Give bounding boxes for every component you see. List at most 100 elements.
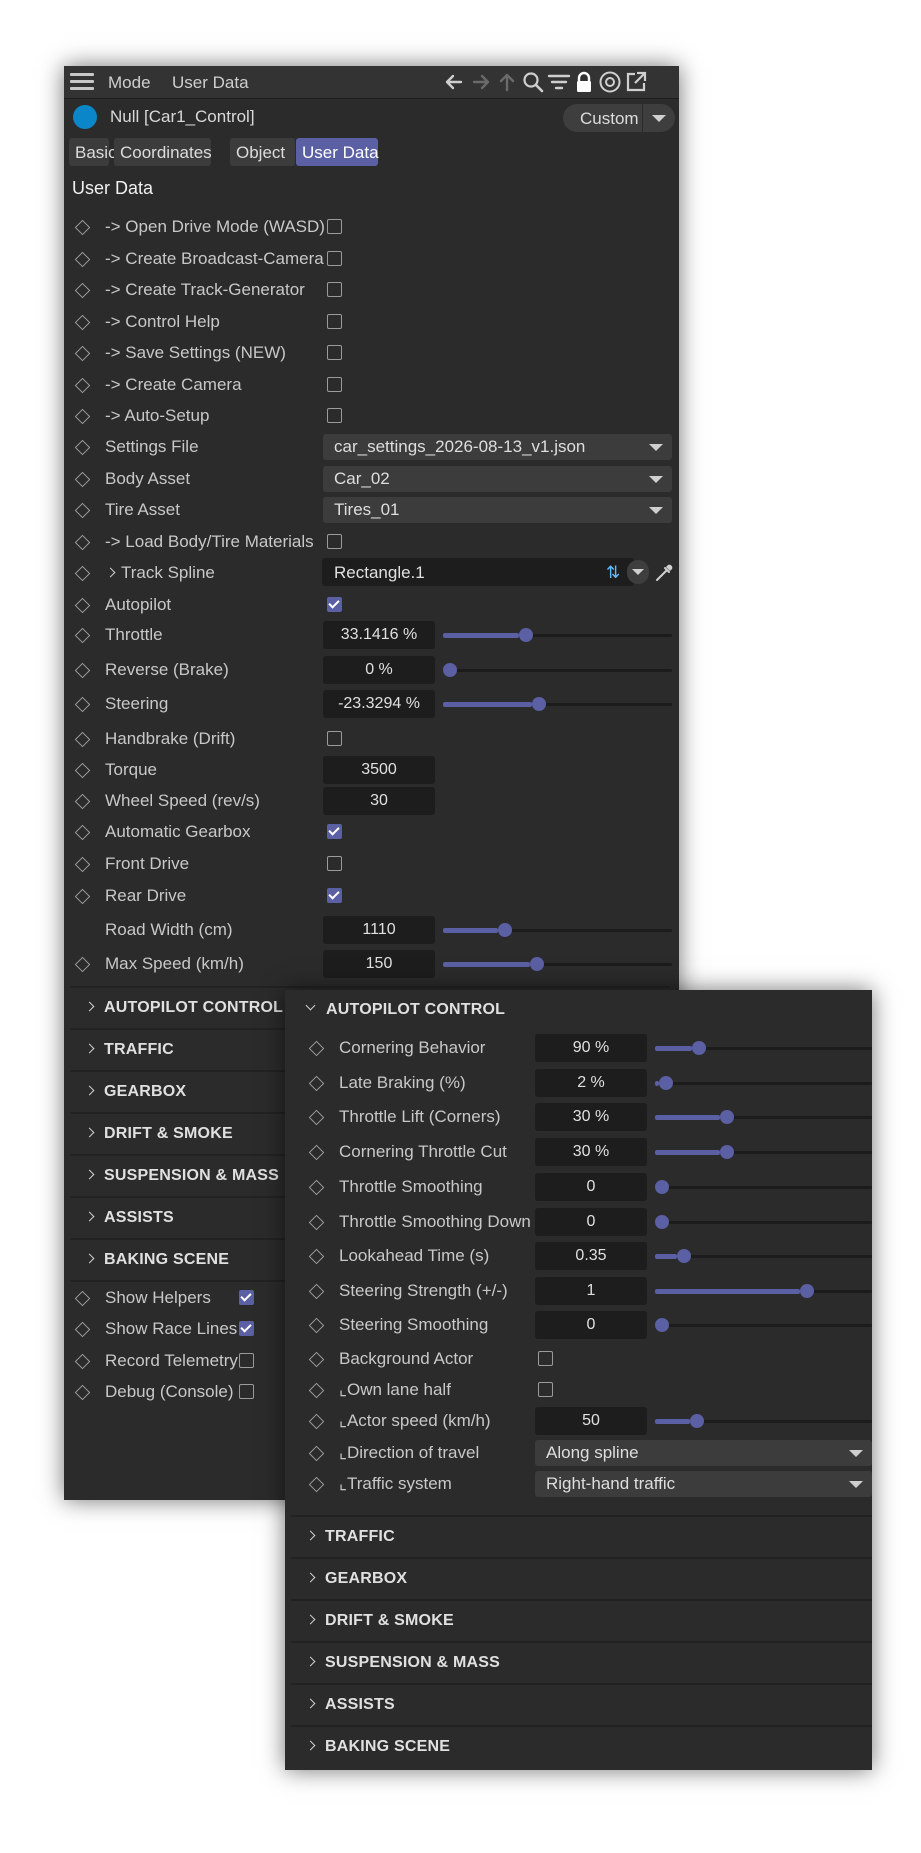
create-camera-checkbox[interactable]	[327, 377, 342, 392]
arrow-right-icon[interactable]	[468, 69, 494, 95]
keyframe-diamond-icon[interactable]	[308, 1351, 325, 1368]
keyframe-diamond-icon[interactable]	[74, 856, 91, 873]
search-icon[interactable]	[520, 69, 546, 95]
steering-strength-input[interactable]: 1	[535, 1277, 647, 1305]
tire-asset-dropdown[interactable]: Tires_01	[323, 497, 672, 523]
keyframe-diamond-icon[interactable]	[74, 251, 91, 268]
late-braking-slider[interactable]	[655, 1076, 872, 1090]
track-spline-link-field[interactable]: Rectangle.1 ⇅	[322, 558, 634, 586]
group-baking-scene[interactable]: BAKING SCENE	[291, 1725, 872, 1767]
actor-speed-slider[interactable]	[655, 1414, 872, 1428]
menu-user-data[interactable]: User Data	[172, 73, 249, 93]
control-help-checkbox[interactable]	[327, 314, 342, 329]
keyframe-diamond-icon[interactable]	[308, 1109, 325, 1126]
arrow-up-icon[interactable]	[494, 69, 520, 95]
cornering-throttle-cut-slider[interactable]	[655, 1145, 872, 1159]
throttle-smoothing-down-slider[interactable]	[655, 1215, 872, 1229]
autopilot-checkbox[interactable]	[327, 597, 342, 612]
keyframe-diamond-icon[interactable]	[308, 1382, 325, 1399]
throttle-lift-slider[interactable]	[655, 1110, 872, 1124]
arrow-left-icon[interactable]	[441, 69, 467, 95]
lock-icon[interactable]	[571, 69, 597, 95]
keyframe-diamond-icon[interactable]	[308, 1214, 325, 1231]
eyedropper-icon[interactable]	[653, 560, 677, 584]
keyframe-diamond-icon[interactable]	[74, 956, 91, 973]
torque-input[interactable]: 3500	[323, 756, 435, 784]
settings-file-dropdown[interactable]: car_settings_2026-08-13_v1.json	[323, 434, 672, 460]
background-actor-checkbox[interactable]	[538, 1351, 553, 1366]
keyframe-diamond-icon[interactable]	[74, 696, 91, 713]
steering-slider[interactable]	[443, 697, 672, 711]
menu-mode[interactable]: Mode	[108, 73, 151, 93]
keyframe-diamond-icon[interactable]	[74, 282, 91, 299]
show-helpers-checkbox[interactable]	[239, 1290, 254, 1305]
wheel-speed-input[interactable]: 30	[323, 787, 435, 815]
keyframe-diamond-icon[interactable]	[74, 471, 91, 488]
tab-coordinates[interactable]: Coordinates	[114, 138, 212, 166]
show-race-lines-checkbox[interactable]	[239, 1321, 254, 1336]
track-generator-checkbox[interactable]	[327, 282, 342, 297]
group-assists[interactable]: ASSISTS	[291, 1683, 872, 1725]
keyframe-diamond-icon[interactable]	[308, 1075, 325, 1092]
throttle-slider[interactable]	[443, 628, 672, 642]
reverse-slider[interactable]	[443, 663, 672, 677]
throttle-lift-input[interactable]: 30 %	[535, 1103, 647, 1131]
debug-console-checkbox[interactable]	[239, 1384, 254, 1399]
keyframe-diamond-icon[interactable]	[74, 1384, 91, 1401]
rear-drive-checkbox[interactable]	[327, 888, 342, 903]
filter-icon[interactable]	[546, 69, 572, 95]
keyframe-diamond-icon[interactable]	[308, 1040, 325, 1057]
throttle-smoothing-slider[interactable]	[655, 1180, 872, 1194]
lookahead-time-slider[interactable]	[655, 1249, 872, 1263]
road-width-input[interactable]: 1110	[323, 916, 435, 944]
steering-smoothing-slider[interactable]	[655, 1318, 872, 1332]
keyframe-diamond-icon[interactable]	[74, 793, 91, 810]
keyframe-diamond-icon[interactable]	[74, 314, 91, 331]
max-speed-slider[interactable]	[443, 957, 672, 971]
preset-dropdown[interactable]: Custom	[563, 104, 675, 132]
group-suspension-mass[interactable]: SUSPENSION & MASS	[291, 1641, 872, 1683]
throttle-input[interactable]: 33.1416 %	[323, 621, 435, 649]
max-speed-input[interactable]: 150	[323, 950, 435, 978]
load-materials-checkbox[interactable]	[327, 534, 342, 549]
chevron-right-icon[interactable]	[105, 567, 116, 578]
front-drive-checkbox[interactable]	[327, 856, 342, 871]
track-spline-menu-button[interactable]	[627, 560, 649, 584]
lookahead-time-input[interactable]: 0.35	[535, 1242, 647, 1270]
keyframe-diamond-icon[interactable]	[74, 1321, 91, 1338]
own-lane-half-checkbox[interactable]	[538, 1382, 553, 1397]
keyframe-diamond-icon[interactable]	[74, 1290, 91, 1307]
open-new-window-icon[interactable]	[623, 69, 649, 95]
keyframe-diamond-icon[interactable]	[74, 597, 91, 614]
cornering-behavior-input[interactable]: 90 %	[535, 1034, 647, 1062]
keyframe-diamond-icon[interactable]	[74, 762, 91, 779]
throttle-smoothing-down-input[interactable]: 0	[535, 1208, 647, 1236]
group-gearbox[interactable]: GEARBOX	[291, 1557, 872, 1599]
keyframe-diamond-icon[interactable]	[74, 565, 91, 582]
keyframe-diamond-icon[interactable]	[308, 1476, 325, 1493]
direction-of-travel-dropdown[interactable]: Along spline	[535, 1440, 872, 1466]
keyframe-diamond-icon[interactable]	[74, 219, 91, 236]
tab-user-data[interactable]: User Data	[296, 138, 379, 166]
keyframe-diamond-icon[interactable]	[74, 439, 91, 456]
tab-object[interactable]: Object	[230, 138, 295, 166]
keyframe-diamond-icon[interactable]	[308, 1317, 325, 1334]
keyframe-diamond-icon[interactable]	[74, 345, 91, 362]
keyframe-diamond-icon[interactable]	[74, 534, 91, 551]
keyframe-diamond-icon[interactable]	[74, 731, 91, 748]
target-icon[interactable]	[597, 69, 623, 95]
throttle-smoothing-input[interactable]: 0	[535, 1173, 647, 1201]
cornering-throttle-cut-input[interactable]: 30 %	[535, 1138, 647, 1166]
keyframe-diamond-icon[interactable]	[308, 1144, 325, 1161]
handbrake-checkbox[interactable]	[327, 731, 342, 746]
keyframe-diamond-icon[interactable]	[74, 1353, 91, 1370]
late-braking-input[interactable]: 2 %	[535, 1069, 647, 1097]
keyframe-diamond-icon[interactable]	[74, 824, 91, 841]
hamburger-icon[interactable]	[70, 73, 94, 91]
keyframe-diamond-icon[interactable]	[308, 1445, 325, 1462]
cornering-behavior-slider[interactable]	[655, 1041, 872, 1055]
link-icon[interactable]: ⇅	[606, 563, 620, 583]
keyframe-diamond-icon[interactable]	[308, 1248, 325, 1265]
keyframe-diamond-icon[interactable]	[74, 408, 91, 425]
traffic-system-dropdown[interactable]: Right-hand traffic	[535, 1471, 872, 1497]
